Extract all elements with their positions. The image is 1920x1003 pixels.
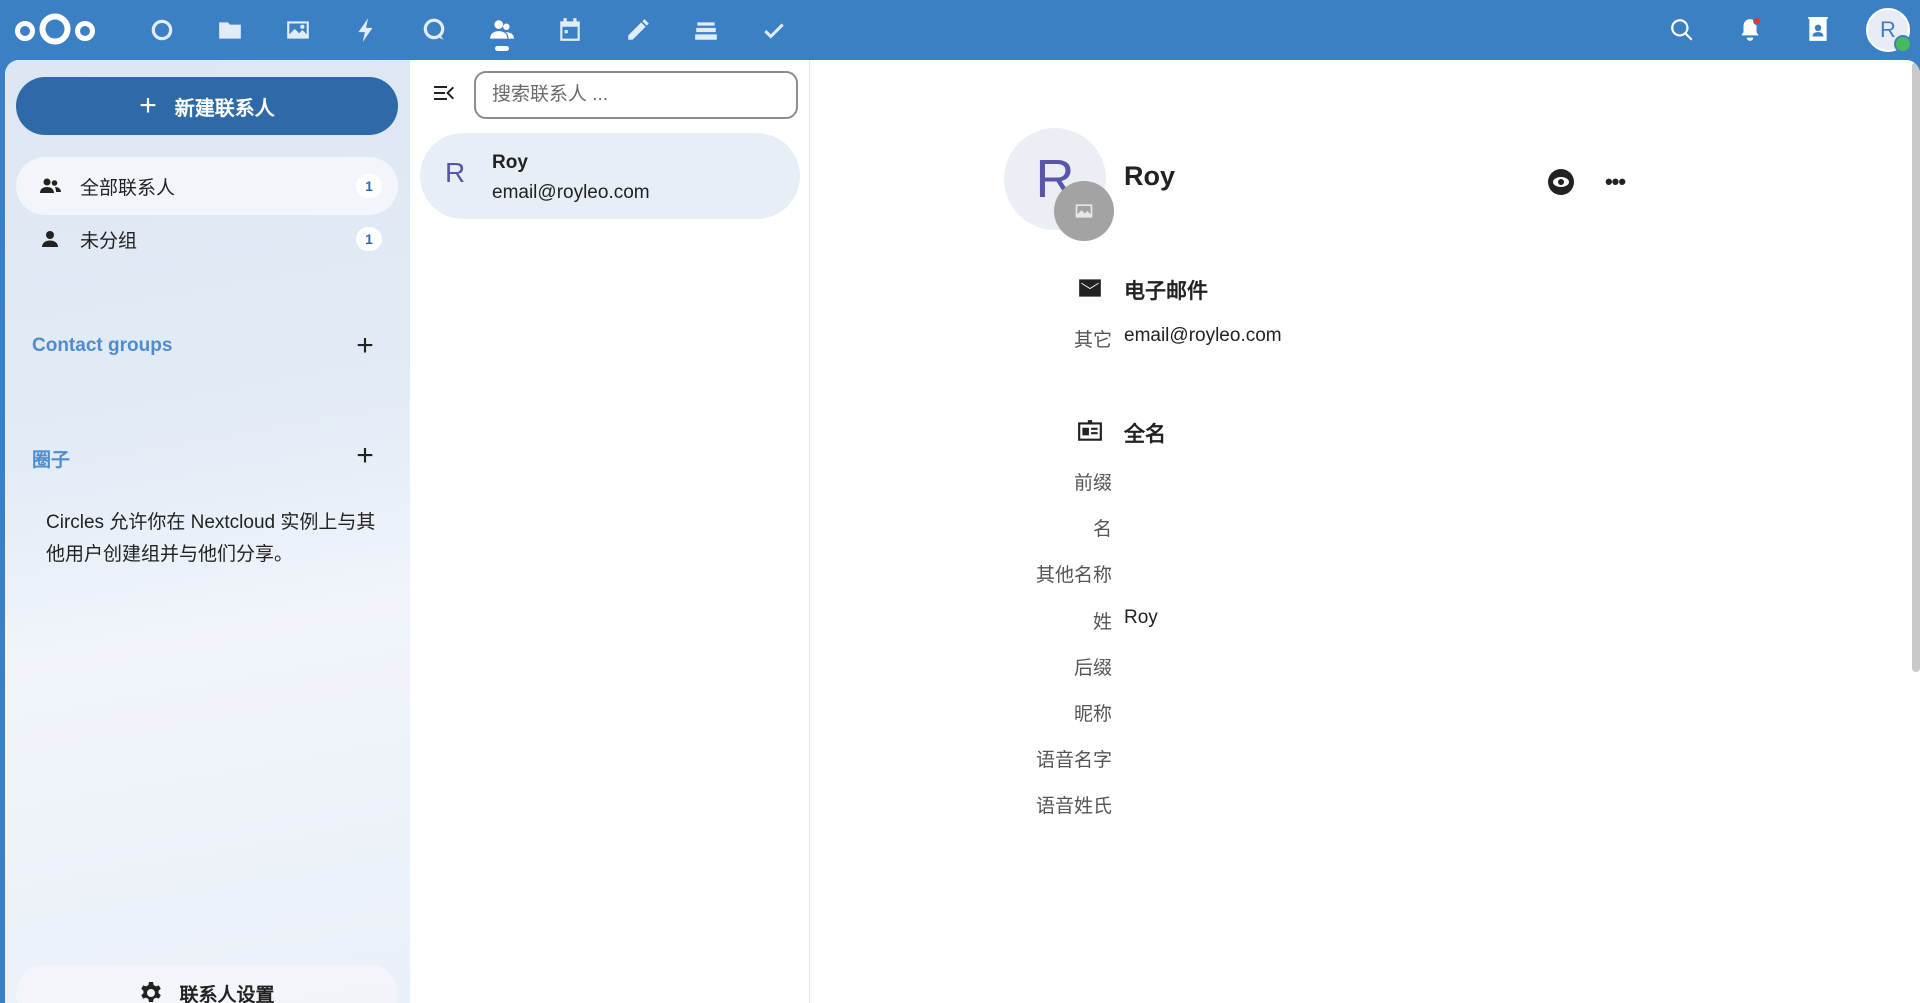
dashboard-icon	[151, 19, 173, 41]
first-name-label: 名	[1092, 519, 1112, 540]
checkmark-icon	[764, 23, 784, 39]
online-status-indicator	[1894, 35, 1912, 53]
id-card-icon	[1076, 417, 1104, 445]
top-bar: R	[0, 0, 1920, 60]
sidebar-item-label: 未分组	[80, 230, 138, 252]
app-calendar[interactable]	[536, 0, 604, 60]
app-talk[interactable]	[400, 0, 468, 60]
nextcloud-logo[interactable]	[12, 9, 98, 49]
gear-icon	[141, 982, 162, 1002]
last-name-value[interactable]: Roy	[1124, 607, 1158, 629]
app-activity[interactable]	[332, 0, 400, 60]
ellipsis-icon: •••	[1604, 169, 1626, 194]
lightning-icon	[358, 18, 373, 42]
app-tasks[interactable]	[740, 0, 808, 60]
calendar-icon	[560, 18, 580, 41]
settings-label: 联系人设置	[179, 984, 275, 1003]
group-icon	[40, 178, 61, 193]
more-actions-button[interactable]: •••	[1595, 162, 1635, 202]
sidebar-item-label: 全部联系人	[80, 177, 176, 199]
add-contact-group-button[interactable]: +	[345, 326, 385, 366]
app-contacts[interactable]	[468, 0, 536, 60]
notification-dot	[1753, 17, 1761, 25]
full-name-section-title: 全名	[1124, 423, 1166, 446]
user-avatar-initial: R	[1880, 17, 1896, 42]
folder-icon	[219, 22, 241, 39]
pencil-icon	[628, 19, 649, 40]
phonetic-last-name-label: 语音姓氏	[1035, 796, 1112, 817]
sidebar-item-all-contacts[interactable]: 全部联系人 1	[16, 157, 398, 215]
plus-icon: +	[139, 89, 157, 122]
notifications-button[interactable]	[1716, 0, 1784, 60]
app-dashboard[interactable]	[128, 0, 196, 60]
talk-icon	[423, 18, 445, 40]
unified-search-button[interactable]	[1648, 0, 1716, 60]
last-name-label: 姓	[1092, 612, 1112, 633]
image-icon	[287, 21, 309, 39]
new-contact-label: 新建联系人	[174, 97, 275, 120]
sidebar-item-ungrouped[interactable]: 未分组 1	[16, 210, 398, 268]
search-contacts-input[interactable]	[474, 71, 798, 119]
upload-avatar-button[interactable]	[1054, 181, 1114, 241]
contact-name: Roy	[492, 152, 528, 173]
contact-groups-caption: Contact groups	[32, 335, 173, 356]
contact-avatar-initial: R	[445, 157, 466, 188]
nickname-label: 昵称	[1073, 704, 1112, 725]
contacts-menu-button[interactable]	[1784, 0, 1852, 60]
count-badge: 1	[356, 174, 382, 198]
toggle-navigation-button[interactable]	[424, 73, 464, 113]
plus-icon: +	[356, 439, 374, 472]
toggle-view-button[interactable]	[1541, 162, 1581, 202]
circles-caption: 圈子	[32, 450, 71, 471]
menu-collapse-icon	[434, 86, 454, 100]
search-icon	[1671, 19, 1693, 41]
prefix-label: 前缀	[1073, 473, 1112, 494]
additional-names-label: 其他名称	[1035, 565, 1112, 586]
person-icon	[42, 231, 58, 247]
email-type-label[interactable]: 其它	[952, 325, 1112, 352]
navigation-sidebar: + 新建联系人 全部联系人 1 未分组 1 Contact groups + 圈…	[5, 60, 410, 1003]
phonetic-first-name-label: 语音名字	[1035, 750, 1112, 771]
deck-icon	[695, 22, 717, 40]
email-icon	[1076, 274, 1104, 302]
suffix-label: 后缀	[1073, 658, 1112, 679]
contact-list-column: R Roy email@royleo.com	[410, 60, 810, 1003]
header-right: R	[1648, 0, 1920, 60]
app-photos[interactable]	[264, 0, 332, 60]
contact-title: Roy	[1124, 161, 1176, 191]
circles-description: Circles 允许你在 Nextcloud 实例上与其他用户创建组并与他们分享…	[46, 512, 376, 565]
add-circle-button[interactable]: +	[345, 436, 385, 476]
scrollbar[interactable]	[1912, 62, 1920, 672]
plus-icon: +	[356, 329, 374, 362]
contacts-icon	[490, 20, 514, 39]
app-deck[interactable]	[672, 0, 740, 60]
contact-details: R Roy ••• 电子邮件 其它 email@royleo.com 全名 前缀…	[811, 60, 1920, 1003]
user-avatar[interactable]: R	[1866, 8, 1912, 53]
app-menu	[128, 0, 808, 60]
contacts-menu-icon	[1808, 17, 1828, 41]
email-section-title: 电子邮件	[1124, 280, 1208, 303]
count-badge: 1	[356, 227, 382, 251]
email-value[interactable]: email@royleo.com	[1124, 325, 1282, 347]
contact-list-item[interactable]: R Roy email@royleo.com	[420, 133, 800, 219]
contacts-settings-button[interactable]: 联系人设置	[16, 965, 398, 1003]
app-content: + 新建联系人 全部联系人 1 未分组 1 Contact groups + 圈…	[5, 60, 1920, 1003]
app-files[interactable]	[196, 0, 264, 60]
eye-icon	[1548, 169, 1574, 195]
app-notes[interactable]	[604, 0, 672, 60]
contact-email: email@royleo.com	[492, 182, 650, 203]
new-contact-button[interactable]: + 新建联系人	[16, 77, 398, 135]
image-icon	[1075, 204, 1093, 218]
